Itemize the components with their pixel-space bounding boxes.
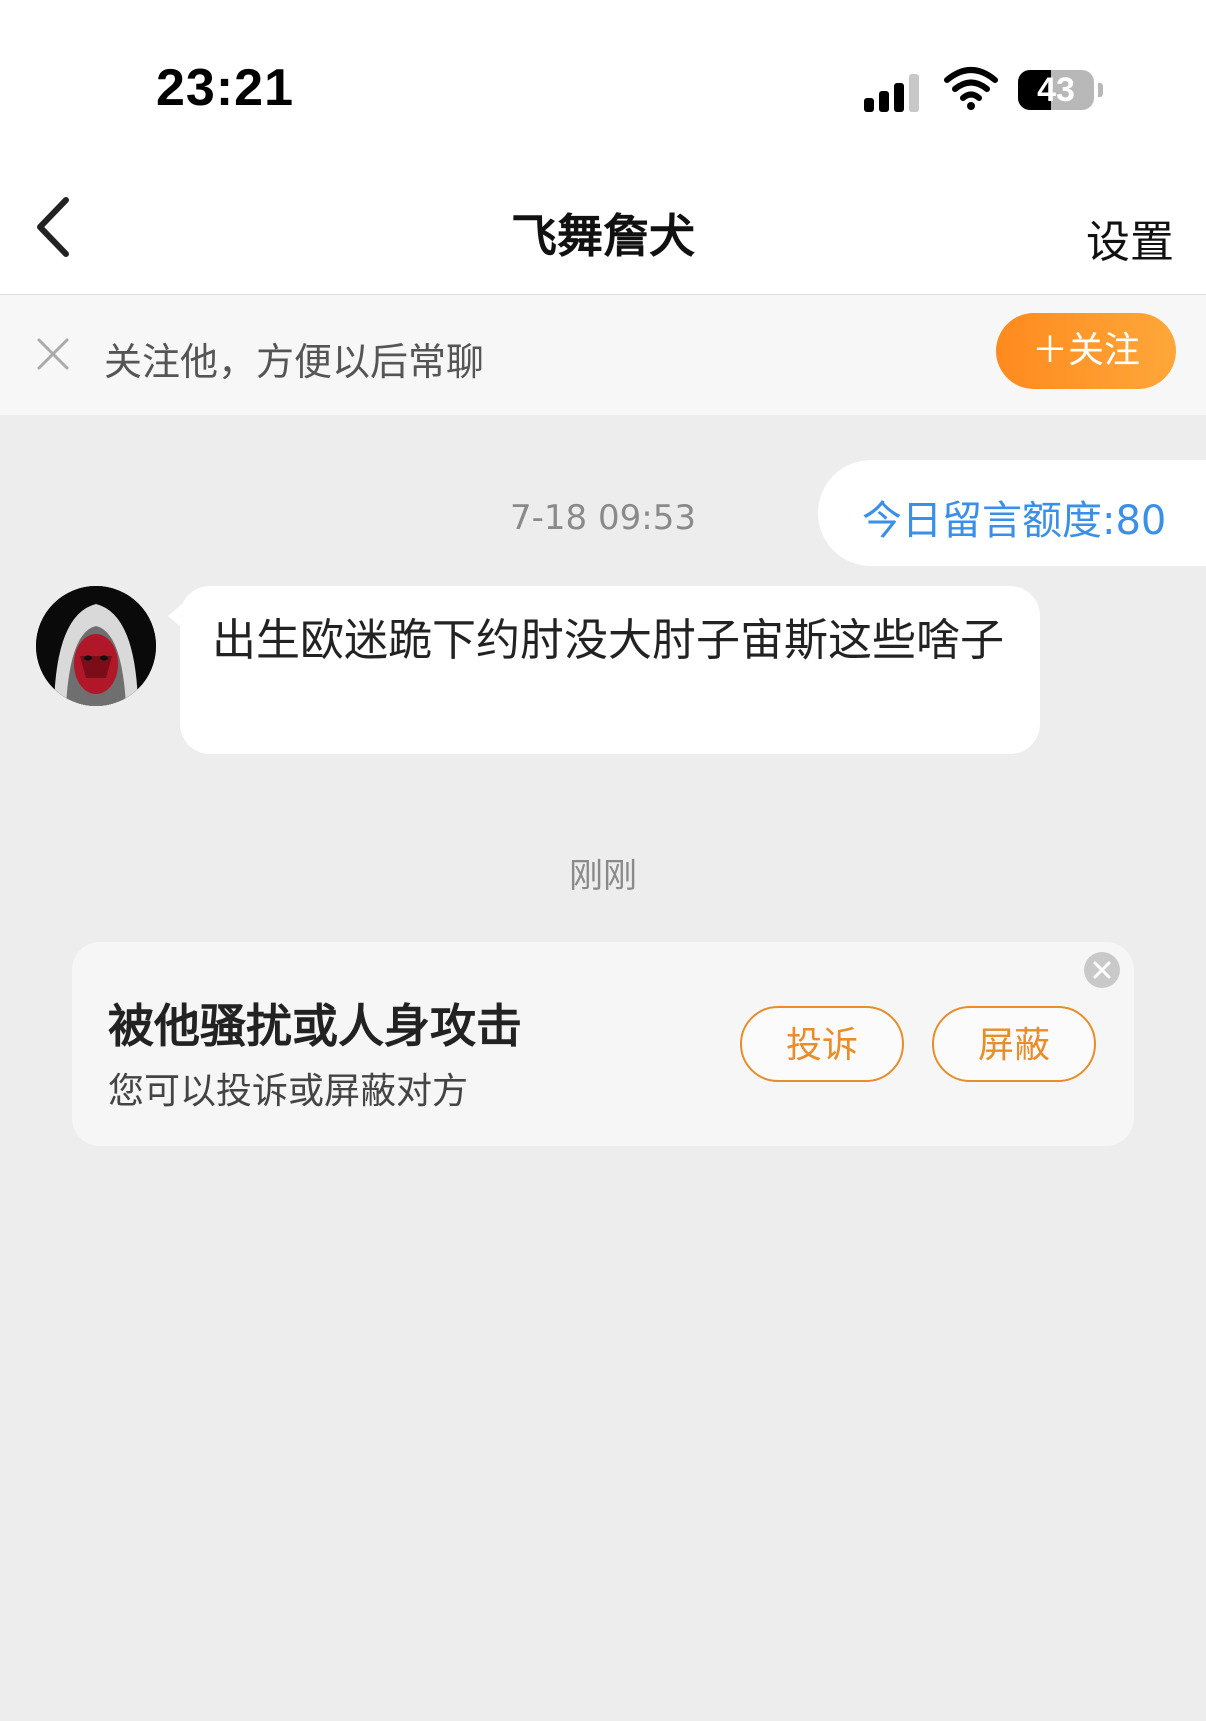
page-title: 飞舞詹犬 [511,209,695,263]
signal-icon [864,72,924,112]
harassment-report-card: 被他骚扰或人身攻击 您可以投诉或屏蔽对方 投诉 屏蔽 [72,942,1134,1146]
quota-text: 今日留言额度:80 [862,498,1167,544]
report-title: 被他骚扰或人身攻击 [108,999,522,1053]
recent-timestamp: 刚刚 [569,856,637,896]
battery-level: 43 [1037,71,1075,109]
block-button[interactable]: 屏蔽 [932,1006,1096,1082]
wifi-icon [944,66,998,110]
battery-icon: 43 [1018,70,1103,110]
report-subtitle: 您可以投诉或屏蔽对方 [108,1071,469,1112]
complain-button[interactable]: 投诉 [740,1006,904,1082]
message-text: 出生欧迷跪下约肘没大肘子宙斯这些啥子 [212,615,1004,666]
close-icon[interactable] [36,337,70,371]
follow-prompt-bar: 关注他，方便以后常聊 ＋关注 [0,295,1206,415]
status-time: 23:21 [156,59,294,117]
close-icon[interactable] [1084,952,1120,988]
nav-header: 飞舞詹犬 设置 [0,170,1206,295]
follow-button[interactable]: ＋关注 [996,313,1176,389]
message-quota-badge[interactable]: 今日留言额度:80 [818,460,1206,566]
follow-prompt-text: 关注他，方便以后常聊 [104,340,485,384]
status-bar: 23:21 43 [0,0,1206,170]
message-bubble[interactable]: 出生欧迷跪下约肘没大肘子宙斯这些啥子 [168,586,1040,754]
settings-button[interactable]: 设置 [1086,206,1174,270]
avatar[interactable] [36,586,156,706]
